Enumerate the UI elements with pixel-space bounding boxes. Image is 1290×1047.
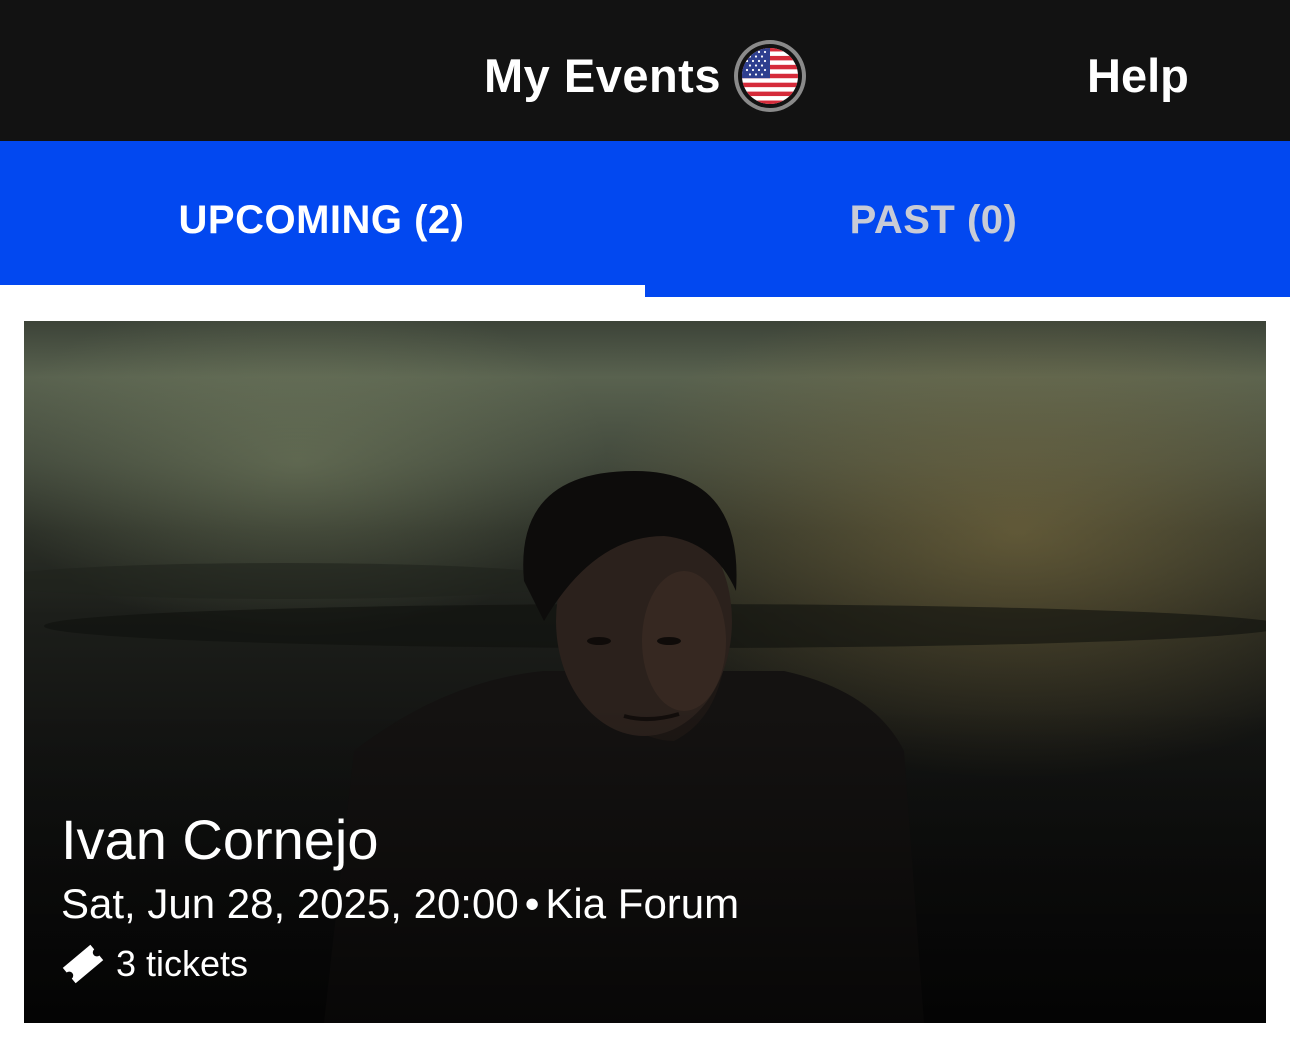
- event-title: Ivan Cornejo: [61, 808, 379, 871]
- tab-upcoming[interactable]: UPCOMING (2): [0, 141, 645, 297]
- page-title: My Events: [484, 49, 721, 102]
- event-tabs: UPCOMING (2) PAST (0): [0, 141, 1290, 297]
- tab-upcoming-label: UPCOMING (2): [178, 198, 465, 242]
- event-date: Sat, Jun 28, 2025, 20:00: [61, 880, 519, 927]
- ticket-icon: [62, 944, 104, 984]
- us-flag-icon: [742, 48, 798, 104]
- help-link[interactable]: Help: [1087, 46, 1189, 106]
- event-details: Sat, Jun 28, 2025, 20:00 • Kia Forum: [61, 879, 739, 929]
- ticket-count-label: 3 tickets: [116, 943, 249, 984]
- region-selector-button[interactable]: [734, 40, 806, 112]
- tab-past-label: PAST (0): [849, 198, 1018, 242]
- top-bar: My Events Help: [0, 0, 1290, 141]
- event-venue: Kia Forum: [545, 880, 740, 927]
- tab-past[interactable]: PAST (0): [645, 141, 1290, 297]
- event-card[interactable]: Ivan Cornejo Sat, Jun 28, 2025, 20:00 • Ki…: [24, 321, 1266, 1023]
- active-tab-indicator: [0, 285, 645, 297]
- meta-separator: •: [524, 880, 540, 927]
